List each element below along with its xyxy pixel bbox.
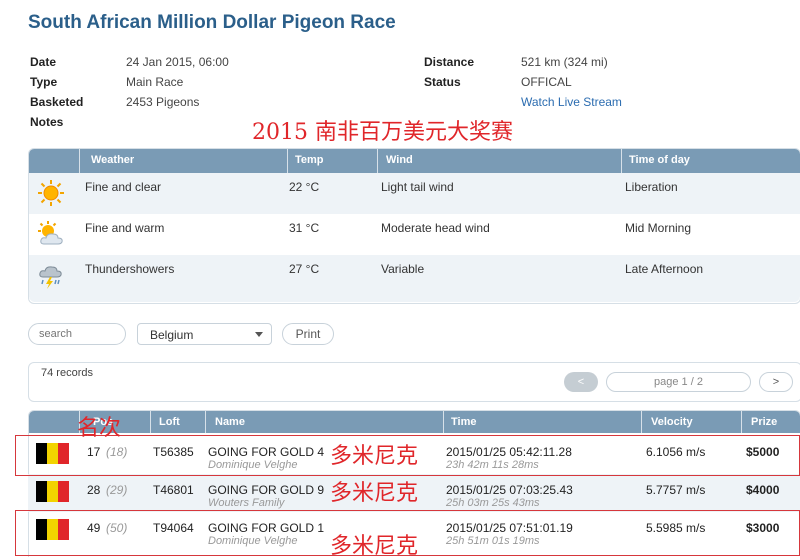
result-loft: T46801 <box>153 483 194 497</box>
result-pos: 28 <box>87 483 101 497</box>
date-label: Date <box>30 55 57 69</box>
annotation-banner: 2015 南非百万美元大奖赛 <box>252 120 513 145</box>
results-header-velocity: Velocity <box>651 416 693 428</box>
weather-header-weather: Weather <box>91 154 135 166</box>
weather-time: Liberation <box>625 180 678 194</box>
notes-label: Notes <box>30 115 64 129</box>
results-header-name: Name <box>215 416 245 428</box>
weather-time: Mid Morning <box>625 221 692 235</box>
country-selected-value: Belgium <box>150 328 194 342</box>
weather-table-header: Weather Temp Wind Time of day <box>29 149 800 173</box>
weather-desc: Fine and warm <box>85 221 165 235</box>
result-velocity: 5.7757 m/s <box>646 483 706 497</box>
search-input[interactable] <box>28 323 126 345</box>
live-stream-link[interactable]: Watch Live Stream <box>521 95 622 109</box>
annotation-rank-label: 名次 <box>77 416 122 441</box>
result-owner: Wouters Family <box>208 497 285 509</box>
weather-temp: 22 °C <box>289 180 320 194</box>
prev-page-button[interactable]: < <box>564 372 598 392</box>
distance-value: 521 km (324 mi) <box>521 55 608 69</box>
basketed-label: Basketed <box>30 95 84 109</box>
prev-page-label: < <box>577 376 585 388</box>
result-prize: $4000 <box>746 483 780 497</box>
weather-wind: Variable <box>381 262 425 276</box>
weather-table: Weather Temp Wind Time of day Fine and c… <box>28 148 800 304</box>
weather-header-temp: Temp <box>295 154 324 166</box>
sun-icon <box>38 180 64 206</box>
chevron-down-icon <box>255 332 263 337</box>
results-header-loft: Loft <box>159 416 180 428</box>
annotation-country-label: 多米尼克 <box>330 481 419 506</box>
weather-desc: Thundershowers <box>85 262 175 276</box>
result-time: 2015/01/25 07:03:25.43 <box>446 483 573 497</box>
weather-wind: Light tail wind <box>381 180 454 194</box>
records-count: 74 records <box>41 367 93 379</box>
page-title: South African Million Dollar Pigeon Race <box>28 12 396 33</box>
weather-row: Fine and warm 31 °C Moderate head wind M… <box>29 214 800 255</box>
belgium-flag-icon <box>36 481 69 502</box>
records-bar: 74 records < page 1 / 2 > <box>28 362 800 402</box>
weather-header-time: Time of day <box>629 154 690 166</box>
weather-row: Thundershowers 27 °C Variable Late After… <box>29 255 800 302</box>
next-page-label: > <box>772 376 780 388</box>
weather-temp: 31 °C <box>289 221 320 235</box>
annotation-country-label: 多米尼克 <box>330 534 419 559</box>
date-value: 24 Jan 2015, 06:00 <box>126 55 229 69</box>
page-indicator: page 1 / 2 <box>606 372 751 392</box>
weather-desc: Fine and clear <box>85 180 162 194</box>
print-button-label: Print <box>295 327 321 341</box>
weather-wind: Moderate head wind <box>381 221 490 235</box>
type-value: Main Race <box>126 75 184 89</box>
basketed-value: 2453 Pigeons <box>126 95 200 109</box>
weather-temp: 27 °C <box>289 262 320 276</box>
distance-label: Distance <box>424 55 475 69</box>
weather-time: Late Afternoon <box>625 262 704 276</box>
annotation-country-label: 多米尼克 <box>330 444 419 469</box>
next-page-button[interactable]: > <box>759 372 793 392</box>
thunderstorm-icon <box>39 266 62 289</box>
weather-header-wind: Wind <box>386 154 413 166</box>
results-header-prize: Prize <box>751 416 778 428</box>
page-indicator-text: page 1 / 2 <box>654 376 703 388</box>
result-rank: (29) <box>106 483 128 497</box>
print-button[interactable]: Print <box>282 323 334 345</box>
results-table-header: Pos Loft Name Time Velocity Prize <box>29 411 800 433</box>
weather-row: Fine and clear 22 °C Light tail wind Lib… <box>29 173 800 214</box>
result-name: GOING FOR GOLD 9 <box>208 483 325 497</box>
type-label: Type <box>30 75 58 89</box>
sun-cloud-icon <box>38 221 63 245</box>
result-elapsed: 25h 03m 25s 43ms <box>446 497 540 509</box>
country-select[interactable]: Belgium <box>137 323 272 345</box>
results-header-time: Time <box>451 416 477 428</box>
status-label: Status <box>424 75 461 89</box>
status-value: OFFICAL <box>521 75 572 89</box>
